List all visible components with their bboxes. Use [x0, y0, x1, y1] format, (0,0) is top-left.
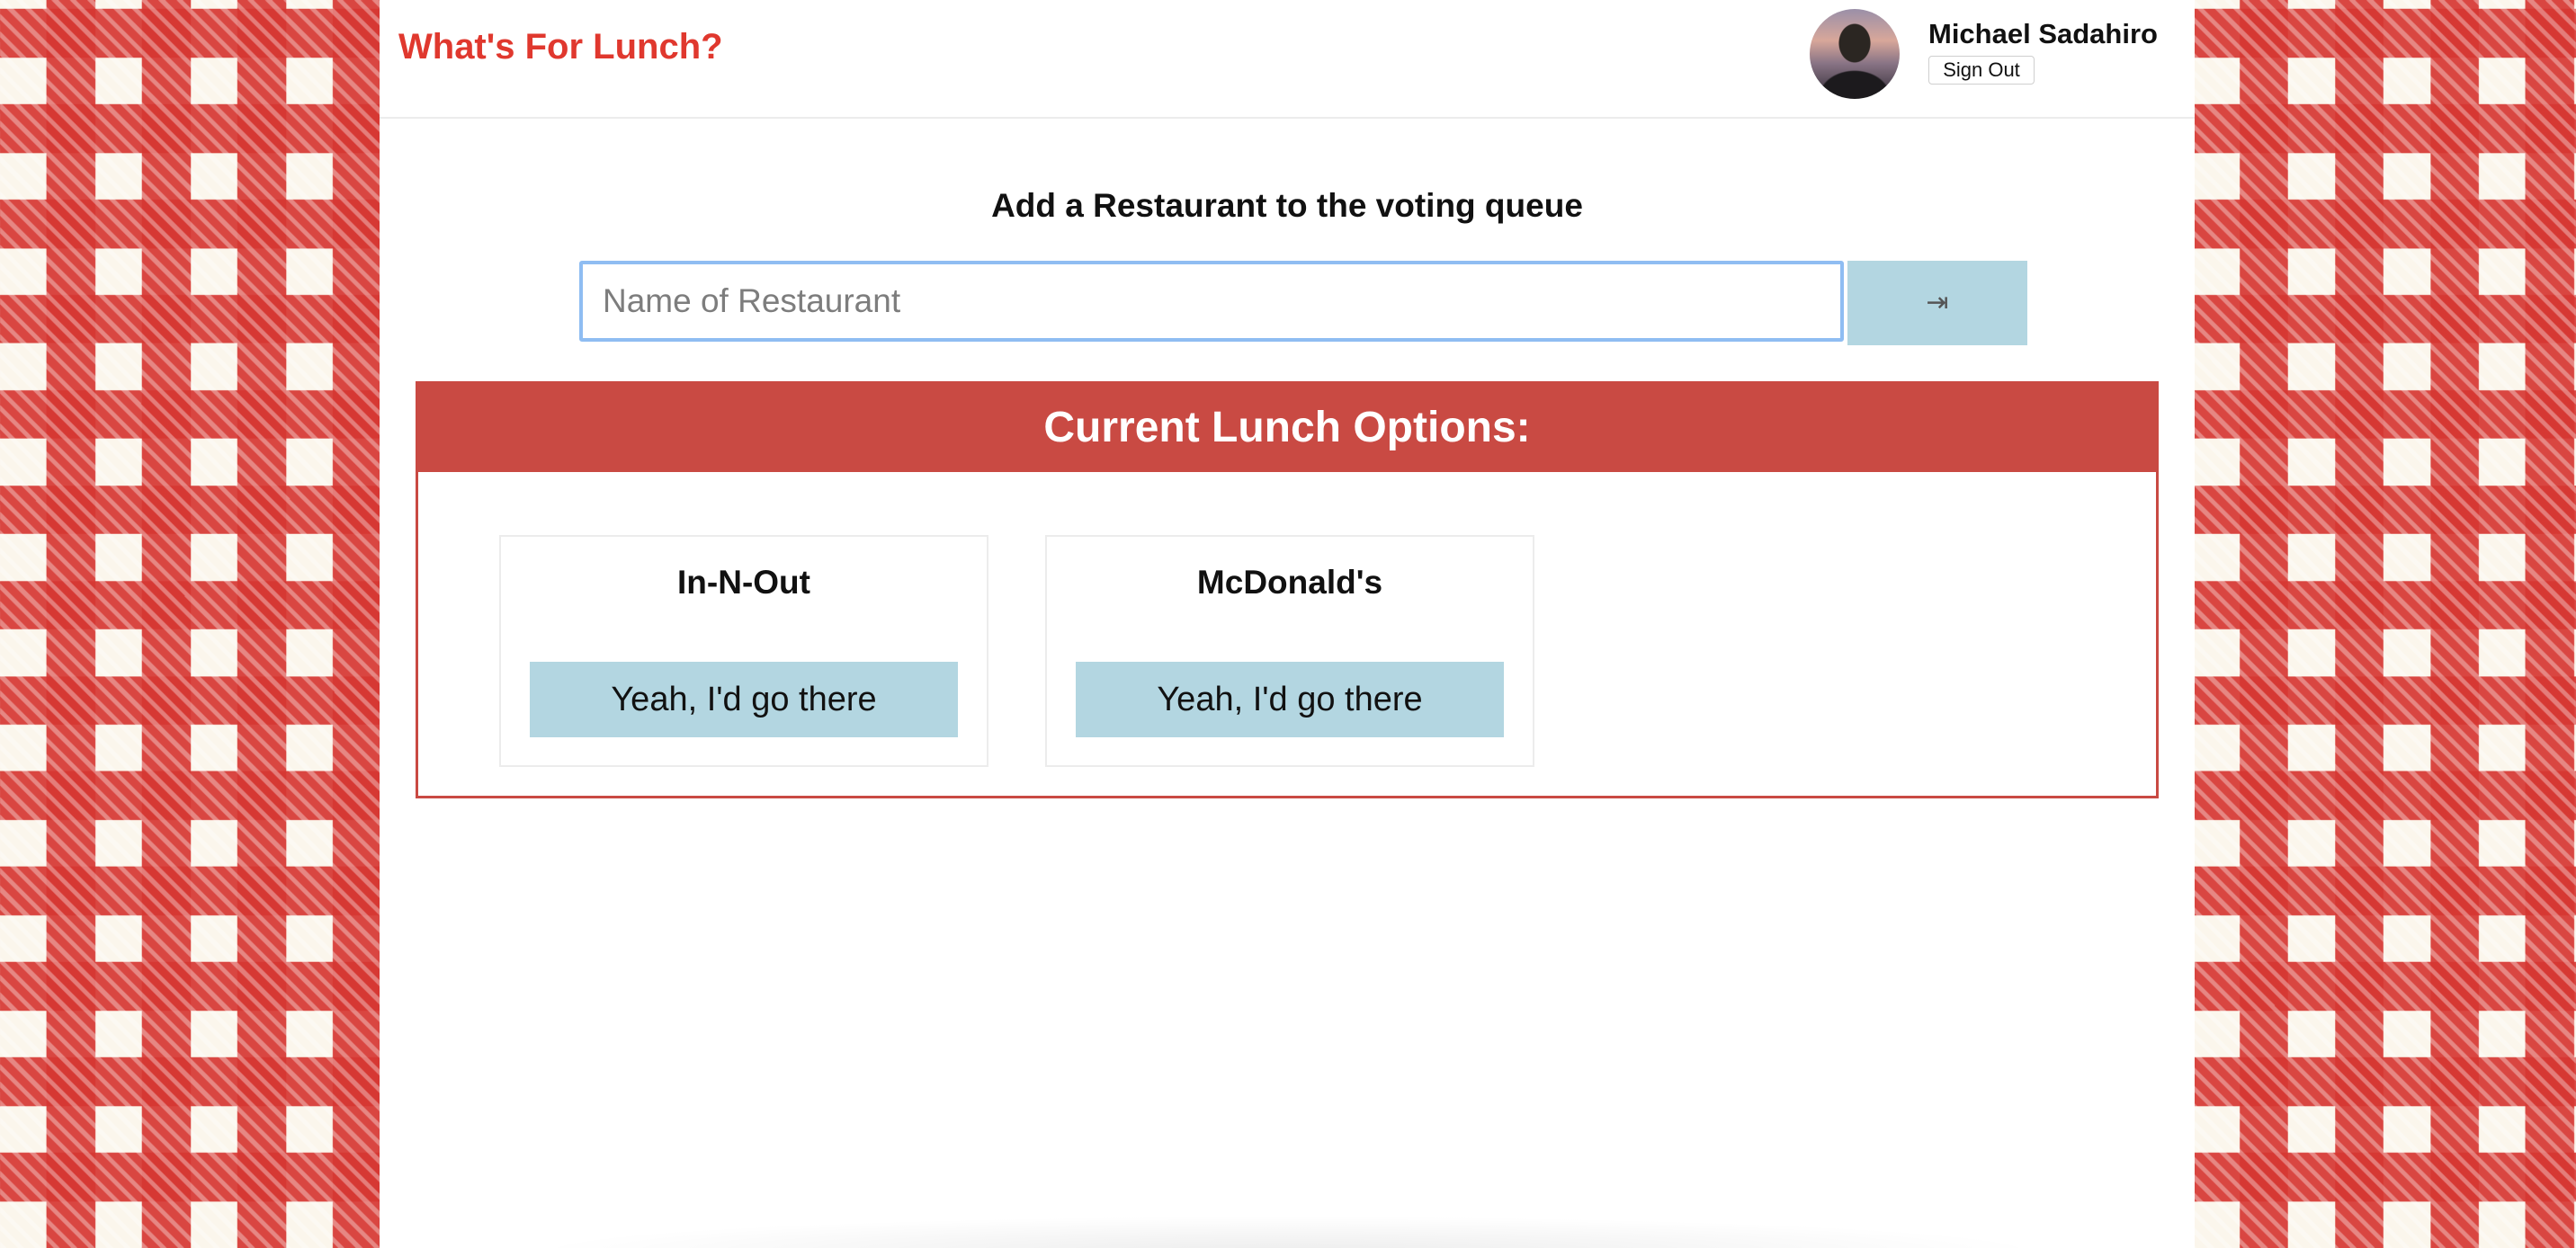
user-name: Michael Sadahiro [1928, 18, 2158, 49]
app-title[interactable]: What's For Lunch? [398, 27, 723, 67]
sign-out-button[interactable]: Sign Out [1928, 56, 2035, 85]
add-restaurant-heading: Add a Restaurant to the voting queue [991, 187, 1583, 224]
restaurant-card: McDonald's Yeah, I'd go there [1045, 535, 1534, 767]
restaurant-name: In-N-Out [677, 564, 810, 601]
submit-arrow-icon: ⇥ [1926, 287, 1949, 318]
app-header: What's For Lunch? Michael Sadahiro Sign … [380, 0, 2195, 119]
restaurant-name: McDonald's [1196, 564, 1383, 601]
vote-button[interactable]: Yeah, I'd go there [530, 662, 958, 737]
restaurant-name-input[interactable] [579, 261, 1844, 342]
avatar [1810, 9, 1900, 99]
main-page: What's For Lunch? Michael Sadahiro Sign … [380, 0, 2195, 1248]
lunch-options-panel: Current Lunch Options: In-N-Out Yeah, I'… [416, 381, 2159, 798]
add-restaurant-button[interactable]: ⇥ [1847, 261, 2027, 345]
lunch-options-heading: Current Lunch Options: [418, 384, 2156, 472]
restaurant-card: In-N-Out Yeah, I'd go there [499, 535, 988, 767]
footer-shadow [523, 1216, 2053, 1248]
vote-button[interactable]: Yeah, I'd go there [1076, 662, 1504, 737]
